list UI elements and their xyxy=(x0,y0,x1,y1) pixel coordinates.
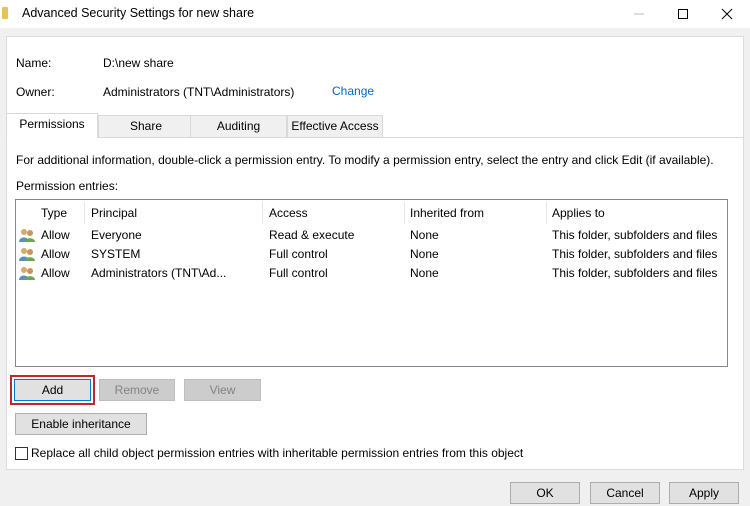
permission-entries-label: Permission entries: xyxy=(16,179,119,193)
entry-applies-to: This folder, subfolders and files xyxy=(552,228,718,242)
permission-entry-row[interactable]: Allow Everyone Read & execute None This … xyxy=(16,226,727,245)
window-title: Advanced Security Settings for new share xyxy=(22,6,255,20)
column-header-inherited-from[interactable]: Inherited from xyxy=(410,206,484,220)
cancel-button[interactable]: Cancel xyxy=(590,482,660,504)
remove-button[interactable]: Remove xyxy=(99,379,175,401)
entry-applies-to: This folder, subfolders and files xyxy=(552,247,718,261)
column-header-access[interactable]: Access xyxy=(269,206,308,220)
replace-child-permissions-checkbox[interactable] xyxy=(15,447,28,460)
view-button[interactable]: View xyxy=(184,379,261,401)
change-owner-link[interactable]: Change xyxy=(332,84,374,98)
entry-principal: Everyone xyxy=(91,228,142,242)
tab-effective-access[interactable]: Effective Access xyxy=(287,115,383,137)
entry-principal: SYSTEM xyxy=(91,247,141,261)
entry-access: Full control xyxy=(269,266,328,280)
minimize-button[interactable] xyxy=(616,0,662,28)
permission-entry-row[interactable]: Allow Administrators (TNT\Ad... Full con… xyxy=(16,264,727,283)
entry-applies-to: This folder, subfolders and files xyxy=(552,266,718,280)
maximize-button[interactable] xyxy=(660,0,706,28)
entry-type: Allow xyxy=(41,247,70,261)
entry-access: Read & execute xyxy=(269,228,355,242)
ok-button[interactable]: OK xyxy=(510,482,580,504)
add-button[interactable]: Add xyxy=(14,379,91,401)
permission-entry-row[interactable]: Allow SYSTEM Full control None This fold… xyxy=(16,245,727,264)
owner-label: Owner: xyxy=(16,85,55,99)
advanced-security-settings-window: Advanced Security Settings for new share… xyxy=(0,0,750,506)
column-header-applies-to[interactable]: Applies to xyxy=(552,206,605,220)
users-icon xyxy=(19,229,35,242)
close-button[interactable] xyxy=(704,0,750,28)
name-value: D:\new share xyxy=(103,56,174,70)
column-separator[interactable] xyxy=(84,202,85,224)
close-icon xyxy=(721,8,733,20)
minimize-icon xyxy=(634,13,644,15)
tab-permissions[interactable]: Permissions xyxy=(6,113,98,138)
maximize-icon xyxy=(678,9,688,19)
column-separator[interactable] xyxy=(546,202,547,224)
entry-type: Allow xyxy=(41,228,70,242)
entry-type: Allow xyxy=(41,266,70,280)
permission-info-text: For additional information, double-click… xyxy=(16,153,714,167)
users-icon xyxy=(19,267,35,280)
entry-principal: Administrators (TNT\Ad... xyxy=(91,266,227,280)
column-separator[interactable] xyxy=(262,202,263,224)
tab-share[interactable]: Share xyxy=(98,115,194,137)
entry-inherited-from: None xyxy=(410,266,439,280)
column-header-principal[interactable]: Principal xyxy=(91,206,137,220)
apply-button[interactable]: Apply xyxy=(669,482,739,504)
title-bar[interactable]: Advanced Security Settings for new share xyxy=(0,0,750,28)
entry-inherited-from: None xyxy=(410,228,439,242)
owner-value: Administrators (TNT\Administrators) xyxy=(103,85,295,99)
column-header-type[interactable]: Type xyxy=(41,206,67,220)
replace-child-permissions-label[interactable]: Replace all child object permission entr… xyxy=(31,446,523,460)
enable-inheritance-button[interactable]: Enable inheritance xyxy=(15,413,147,435)
tab-strip-line xyxy=(6,137,744,138)
entry-inherited-from: None xyxy=(410,247,439,261)
users-icon xyxy=(19,248,35,261)
tab-auditing[interactable]: Auditing xyxy=(190,115,287,137)
name-label: Name: xyxy=(16,56,52,70)
folder-icon xyxy=(2,7,8,19)
permission-entries-list[interactable]: Type Principal Access Inherited from App… xyxy=(15,199,728,367)
entry-access: Full control xyxy=(269,247,328,261)
column-separator[interactable] xyxy=(404,202,405,224)
